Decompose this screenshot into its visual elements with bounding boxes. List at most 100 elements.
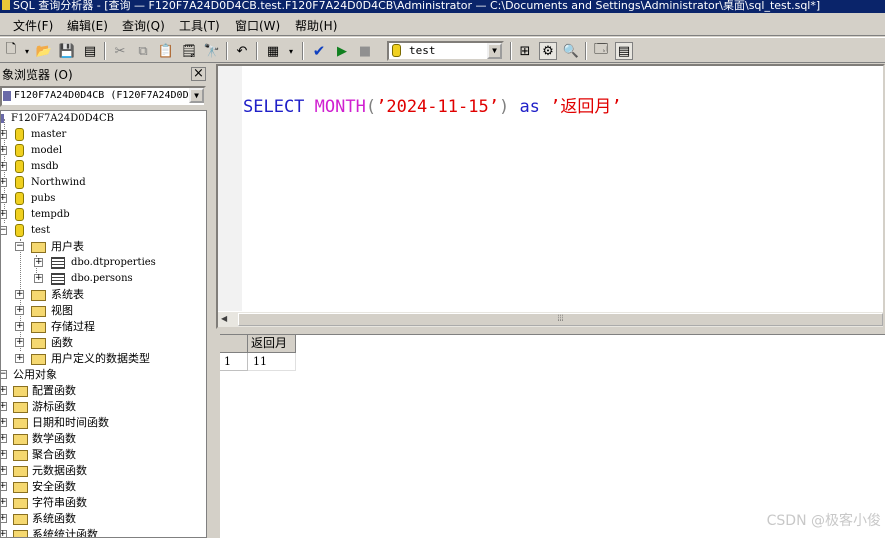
find-icon[interactable]: 🔭 — [203, 42, 221, 60]
tree-node-function-folder[interactable]: + 安全函数 — [1, 479, 76, 495]
scrollbar-thumb[interactable]: ⦙⦙⦙ — [238, 313, 883, 326]
collapse-icon[interactable]: − — [1, 226, 7, 235]
tree-node-function-folder[interactable]: + 字符串函数 — [1, 495, 87, 511]
clear-window-icon[interactable]: 🗒 — [180, 42, 198, 60]
undo-icon[interactable]: ↶ — [233, 42, 251, 60]
grid-cell[interactable]: 11 — [248, 353, 296, 371]
sql-editor[interactable]: SELECT MONTH(’2024-11-15’) as ’返回月’ ◀ ⦙⦙… — [216, 64, 885, 329]
editor-horizontal-scrollbar[interactable]: ◀ ⦙⦙⦙ — [218, 311, 883, 327]
tree-node-function-folder[interactable]: + 系统统计函数 — [1, 527, 98, 537]
execute-icon[interactable]: ▶ — [333, 42, 351, 60]
expand-icon[interactable]: + — [15, 338, 24, 347]
close-icon[interactable]: × — [191, 67, 206, 81]
tree-node-folder[interactable]: + 视图 — [1, 303, 73, 319]
tree-node-table[interactable]: + dbo.dtproperties — [1, 255, 156, 271]
expand-icon[interactable]: + — [1, 210, 7, 219]
expand-icon[interactable]: + — [1, 530, 7, 537]
expand-icon[interactable]: + — [15, 322, 24, 331]
copy-icon[interactable]: ⧉ — [134, 42, 152, 60]
expand-icon[interactable]: + — [34, 258, 43, 267]
results-dropdown-icon[interactable]: ▾ — [282, 42, 300, 60]
collapse-icon[interactable]: − — [1, 370, 7, 379]
new-dropdown-icon[interactable]: ▾ — [18, 42, 36, 60]
expand-icon[interactable]: + — [1, 434, 7, 443]
tree-node-function-folder[interactable]: + 数学函数 — [1, 431, 76, 447]
tree-node-function-folder[interactable]: + 系统函数 — [1, 511, 76, 527]
chevron-down-icon[interactable]: ▼ — [487, 43, 502, 59]
tree-node-function-folder[interactable]: + 游标函数 — [1, 399, 76, 415]
tree-node-folder[interactable]: + 存储过程 — [1, 319, 95, 335]
cut-icon[interactable]: ✂ — [111, 42, 129, 60]
collapse-icon[interactable]: − — [15, 242, 24, 251]
sql-code-line[interactable]: SELECT MONTH(’2024-11-15’) as ’返回月’ — [243, 92, 622, 117]
server-combo[interactable]: F120F7A24D0D4CB (F120F7A24D0D4C ▼ — [0, 86, 206, 107]
expand-icon[interactable]: + — [1, 194, 7, 203]
tree-node-database[interactable]: + master — [1, 127, 66, 143]
tree-node-database-test[interactable]: − test — [1, 223, 50, 239]
grid-column-header[interactable]: 返回月 — [248, 335, 296, 353]
expand-icon[interactable]: + — [15, 290, 24, 299]
expand-icon[interactable]: + — [15, 306, 24, 315]
table-icon — [51, 273, 65, 285]
expand-icon[interactable]: + — [1, 146, 7, 155]
menu-query[interactable]: 查询(Q) — [122, 17, 165, 34]
paste-icon[interactable]: 📋 — [157, 42, 175, 60]
tree-node-table[interactable]: + dbo.persons — [1, 271, 133, 287]
tree-node-database[interactable]: + pubs — [1, 191, 55, 207]
grid-corner-header[interactable] — [220, 335, 248, 353]
expand-icon[interactable]: + — [1, 178, 7, 187]
expand-icon[interactable]: + — [1, 402, 7, 411]
watermark: CSDN @极客小俊 — [766, 513, 881, 529]
toolbar-separator — [226, 42, 228, 60]
scroll-left-icon[interactable]: ◀ — [221, 314, 227, 323]
menu-tools[interactable]: 工具(T) — [179, 17, 220, 34]
expand-icon[interactable]: + — [1, 450, 7, 459]
tree-node-function-folder[interactable]: + 元数据函数 — [1, 463, 87, 479]
expand-icon[interactable]: + — [1, 162, 7, 171]
expand-icon[interactable]: + — [1, 514, 7, 523]
tree-node-folder[interactable]: + 用户定义的数据类型 — [1, 351, 150, 367]
expand-icon[interactable]: + — [34, 274, 43, 283]
save-icon[interactable]: 💾 — [58, 42, 76, 60]
open-folder-icon[interactable]: 📂 — [35, 42, 53, 60]
tree-node-user-tables[interactable]: − 用户表 — [1, 239, 84, 255]
menu-window[interactable]: 窗口(W) — [235, 17, 280, 34]
results-pane-icon[interactable]: ▤ — [615, 42, 633, 60]
folder-icon — [13, 434, 28, 445]
tree-node-folder[interactable]: + 函数 — [1, 335, 73, 351]
menu-file[interactable]: 文件(F) — [13, 17, 53, 34]
stop-icon[interactable]: ■ — [356, 42, 374, 60]
expand-icon[interactable]: + — [1, 386, 7, 395]
execution-plan-icon[interactable]: ⊞ — [516, 42, 534, 60]
tree-node-function-folder[interactable]: + 配置函数 — [1, 383, 76, 399]
tree-node-function-folder[interactable]: + 日期和时间函数 — [1, 415, 109, 431]
grid-row-number[interactable]: 1 — [220, 353, 248, 371]
tree-node-server[interactable]: F120F7A24D0D4CB — [1, 111, 114, 127]
tree-node-database[interactable]: + model — [1, 143, 62, 159]
object-search-icon[interactable]: 🔍 — [562, 42, 580, 60]
tree-node-database[interactable]: + msdb — [1, 159, 58, 175]
menu-edit[interactable]: 编辑(E) — [67, 17, 108, 34]
expand-icon[interactable]: + — [15, 354, 24, 363]
tree-node-database[interactable]: + Northwind — [1, 175, 86, 191]
tree-node-folder[interactable]: + 系统表 — [1, 287, 84, 303]
toolbar: 🗋 ▾ 📂 💾 ▤ ✂ ⧉ 📋 🗒 🔭 ↶ ▦ ▾ ✔ ▶ ■ test ▼ ⊞… — [0, 37, 885, 63]
expand-icon[interactable]: + — [1, 498, 7, 507]
tree-node-function-folder[interactable]: + 聚合函数 — [1, 447, 76, 463]
expand-icon[interactable]: + — [1, 418, 7, 427]
database-icon — [15, 128, 24, 141]
expand-icon[interactable]: + — [1, 130, 7, 139]
parse-check-icon[interactable]: ✔ — [310, 42, 328, 60]
object-browser-icon[interactable]: ⚙ — [539, 42, 557, 60]
menu-help[interactable]: 帮助(H) — [295, 17, 337, 34]
database-select[interactable]: test ▼ — [387, 41, 504, 61]
expand-icon[interactable]: + — [1, 466, 7, 475]
pane-splitter[interactable] — [209, 64, 216, 538]
results-grid-icon[interactable]: ▦ — [264, 42, 282, 60]
expand-icon[interactable]: + — [1, 482, 7, 491]
connection-properties-icon[interactable]: 🗔 — [592, 42, 610, 60]
load-script-icon[interactable]: ▤ — [81, 42, 99, 60]
tree-node-database[interactable]: + tempdb — [1, 207, 70, 223]
chevron-down-icon[interactable]: ▼ — [189, 88, 204, 103]
tree-node-public-objects[interactable]: − 公用对象 — [1, 367, 57, 383]
